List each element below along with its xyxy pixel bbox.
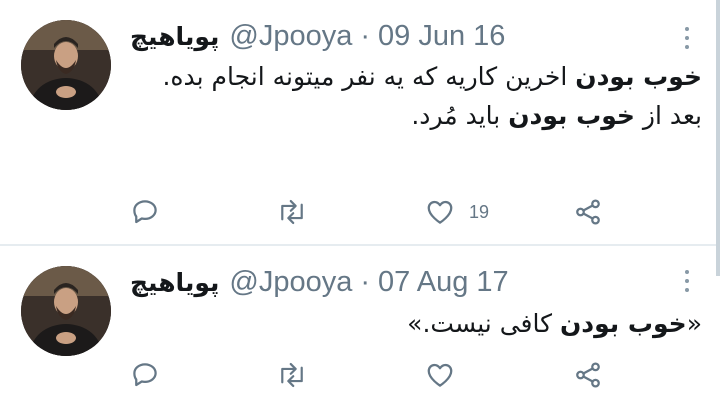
share-icon — [576, 199, 600, 225]
reply-icon — [133, 200, 157, 224]
share-button[interactable] — [573, 192, 603, 232]
tweet[interactable]: پویاهیچ @Jpooya · 07 Aug 17 «خوب بودن کافی… — [0, 246, 720, 409]
meta-separator: · — [360, 266, 371, 298]
reply-icon — [133, 363, 157, 387]
tweet-header: پویاهیچ @Jpooya · 09 Jun 16 — [130, 20, 505, 56]
like-count: 19 — [469, 201, 490, 222]
tweet-date[interactable]: 07 Aug 17 — [378, 266, 509, 298]
tweet-header: پویاهیچ @Jpooya · 07 Aug 17 — [130, 266, 509, 302]
meta-separator: · — [360, 20, 371, 52]
share-icon — [576, 362, 600, 388]
like-button[interactable] — [425, 355, 455, 395]
author-handle[interactable]: @Jpooya — [229, 266, 352, 298]
tweet-actions — [0, 355, 720, 395]
more-options-icon[interactable] — [683, 27, 691, 49]
retweet-button[interactable] — [275, 355, 309, 395]
author-handle[interactable]: @Jpooya — [229, 20, 352, 52]
reply-button[interactable] — [130, 355, 160, 395]
retweet-icon — [281, 362, 303, 388]
tweet-actions: 19 — [0, 192, 720, 232]
tweet-meta: @Jpooya · 07 Aug 17 — [229, 266, 508, 299]
author-name[interactable]: پویاهیچ — [130, 268, 219, 297]
tweet-text-line: خوب بودن اخرین کاریه که یه نفر میتونه ان… — [162, 62, 702, 91]
tweet-date[interactable]: 09 Jun 16 — [378, 20, 505, 52]
heart-icon — [427, 200, 453, 224]
avatar[interactable] — [21, 266, 111, 356]
tweet[interactable]: پویاهیچ @Jpooya · 09 Jun 16 خوب بودن اخرین… — [0, 0, 720, 244]
share-button[interactable] — [573, 355, 603, 395]
like-button[interactable]: 19 — [425, 192, 489, 232]
tweet-text: «خوب بودن کافی نیست.» — [130, 304, 702, 343]
retweet-icon — [281, 199, 303, 225]
retweet-button[interactable] — [275, 192, 309, 232]
tweet-text-line: بعد از خوب بودن باید مُرد. — [411, 101, 702, 130]
reply-button[interactable] — [130, 192, 160, 232]
avatar[interactable] — [21, 20, 111, 110]
tweet-meta: @Jpooya · 09 Jun 16 — [229, 20, 505, 53]
heart-icon — [427, 363, 453, 387]
more-options-icon[interactable] — [683, 270, 691, 292]
author-name[interactable]: پویاهیچ — [130, 22, 219, 51]
tweet-text-line: «خوب بودن کافی نیست.» — [407, 309, 702, 338]
scrollbar[interactable] — [716, 0, 720, 276]
tweet-text: خوب بودن اخرین کاریه که یه نفر میتونه ان… — [130, 57, 702, 135]
